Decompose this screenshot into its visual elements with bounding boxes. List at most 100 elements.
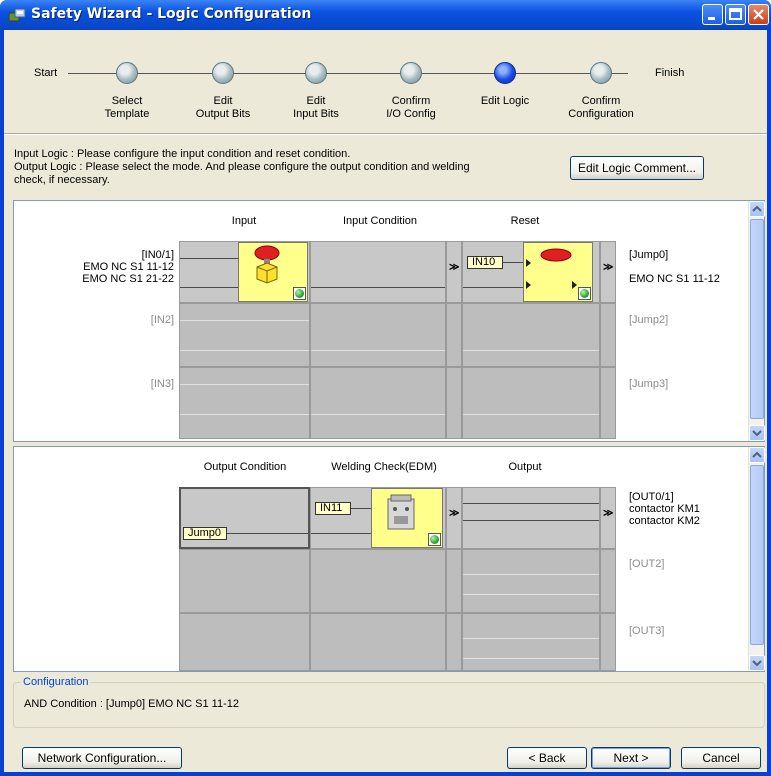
chevron-down-icon: ≫ bbox=[603, 508, 614, 519]
welding-check-cell-1[interactable]: IN11 bbox=[310, 487, 446, 549]
reset-function-block[interactable] bbox=[523, 242, 593, 302]
minimize-button[interactable] bbox=[702, 4, 723, 25]
reset-cell-2[interactable] bbox=[462, 303, 600, 367]
output-line bbox=[463, 520, 599, 521]
welding-check-cell-2[interactable] bbox=[310, 549, 446, 613]
scroll-up-button[interactable] bbox=[749, 447, 765, 463]
step-label-confirm-io-config: Confirm I/O Config bbox=[386, 95, 436, 120]
maximize-icon bbox=[729, 8, 742, 20]
edm-function-block[interactable] bbox=[371, 488, 443, 548]
reset-expand-cell-2[interactable] bbox=[600, 303, 616, 367]
welding-check-cell-3[interactable] bbox=[310, 613, 446, 671]
input-expand-cell-2[interactable] bbox=[446, 303, 462, 367]
col-head-welding-check: Welding Check(EDM) bbox=[331, 461, 437, 473]
scroll-down-button[interactable] bbox=[749, 425, 765, 441]
output-panel-scrollbar[interactable] bbox=[748, 447, 765, 671]
output-expand-cell-2[interactable] bbox=[600, 549, 616, 613]
output-row-2-label: [OUT2] bbox=[629, 558, 665, 570]
input-cell-3[interactable] bbox=[179, 367, 310, 439]
arrow-down-icon bbox=[752, 660, 762, 667]
step-dot-select-template bbox=[116, 62, 138, 84]
input-row-1-label: [IN0/1] EMO NC S1 11-12 EMO NC S1 21-22 bbox=[34, 249, 174, 285]
reset-line bbox=[503, 262, 523, 263]
step-dot-confirm-io-config bbox=[400, 62, 422, 84]
input-panel-scrollbar[interactable] bbox=[748, 201, 765, 441]
instruction-line-2: Output Logic : Please select the mode. A… bbox=[14, 161, 470, 173]
title-bar[interactable]: Safety Wizard - Logic Configuration bbox=[0, 0, 771, 30]
emergency-stop-function-block[interactable] bbox=[238, 242, 308, 302]
edit-logic-comment-button[interactable]: Edit Logic Comment... bbox=[570, 156, 704, 180]
edm-input-tag: IN11 bbox=[315, 502, 351, 515]
output-condition-cell-2[interactable] bbox=[179, 549, 310, 613]
reset-line bbox=[463, 287, 523, 288]
output-line bbox=[463, 574, 599, 575]
step-label-edit-input-bits: Edit Input Bits bbox=[293, 95, 339, 120]
col-head-output-condition: Output Condition bbox=[203, 461, 287, 473]
input-condition-cell-2[interactable] bbox=[310, 303, 446, 367]
step-label-edit-logic: Edit Logic bbox=[480, 95, 530, 107]
configuration-summary: AND Condition : [Jump0] EMO NC S1 11-12 bbox=[24, 698, 239, 710]
input-condition-cell-3[interactable] bbox=[310, 367, 446, 439]
step-finish-label: Finish bbox=[655, 67, 685, 79]
edm-expand-cell-2[interactable] bbox=[446, 549, 462, 613]
output-condition-cell-3[interactable] bbox=[179, 613, 310, 671]
input-condition-cell-1[interactable] bbox=[310, 241, 446, 303]
input-logic-panel: Input Input Condition Reset [IN0/1] EMO … bbox=[13, 200, 765, 442]
edm-line bbox=[351, 508, 371, 509]
input-row-1-id: [IN0/1] bbox=[141, 249, 174, 261]
step-dot-edit-output-bits bbox=[212, 62, 234, 84]
instruction-line-3: check, if necessary. bbox=[14, 174, 110, 186]
output-line bbox=[463, 658, 599, 659]
output-cell-3[interactable] bbox=[462, 613, 600, 671]
function-status-icon bbox=[578, 287, 591, 300]
cancel-button[interactable]: Cancel bbox=[681, 747, 761, 769]
input-expand-cell-3[interactable] bbox=[446, 367, 462, 439]
input-line bbox=[180, 414, 309, 415]
scroll-thumb[interactable] bbox=[750, 219, 764, 419]
input-expand-cell-1[interactable]: ≫ bbox=[446, 241, 462, 303]
input-line bbox=[180, 287, 238, 288]
output-expand-cell-1[interactable]: ≫ bbox=[600, 487, 616, 549]
edm-expand-cell-3[interactable] bbox=[446, 613, 462, 671]
output-line bbox=[463, 638, 599, 639]
scroll-down-button[interactable] bbox=[749, 655, 765, 671]
jump-row-3-label: [Jump3] bbox=[629, 378, 669, 390]
scroll-up-button[interactable] bbox=[749, 201, 765, 217]
output-line bbox=[463, 594, 599, 595]
minimize-icon bbox=[708, 17, 715, 20]
next-button[interactable]: Next > bbox=[591, 747, 671, 769]
step-dot-edit-input-bits bbox=[305, 62, 327, 84]
close-icon bbox=[753, 9, 764, 20]
input-cell-1[interactable] bbox=[179, 241, 310, 303]
input-cell-2[interactable] bbox=[179, 303, 310, 367]
reset-line bbox=[463, 414, 599, 415]
input-line bbox=[180, 350, 309, 351]
configuration-title: Configuration bbox=[21, 676, 91, 688]
step-label-edit-output-bits: Edit Output Bits bbox=[195, 95, 251, 120]
output-cell-1[interactable] bbox=[462, 487, 600, 549]
dialog-body: Start Finish Select Template Edit Output… bbox=[4, 30, 767, 772]
jump-row-2-label: [Jump2] bbox=[629, 314, 669, 326]
output-condition-cell-1[interactable]: Jump0 bbox=[179, 487, 310, 549]
header-separator bbox=[4, 133, 767, 135]
output-row-1-label: [OUT0/1] contactor KM1 contactor KM2 bbox=[629, 491, 700, 527]
edm-expand-cell-1[interactable]: ≫ bbox=[446, 487, 462, 549]
close-button[interactable] bbox=[748, 4, 769, 25]
network-configuration-button[interactable]: Network Configuration... bbox=[22, 747, 182, 769]
reset-expand-cell-3[interactable] bbox=[600, 367, 616, 439]
reset-cell-1[interactable]: IN10 bbox=[462, 241, 600, 303]
edm-line bbox=[311, 533, 371, 534]
function-status-icon bbox=[293, 287, 306, 300]
input-row-2-label: [IN2] bbox=[150, 314, 174, 326]
output-line bbox=[463, 503, 599, 504]
reset-expand-cell-1[interactable]: ≫ bbox=[600, 241, 616, 303]
reset-cell-3[interactable] bbox=[462, 367, 600, 439]
maximize-button[interactable] bbox=[725, 4, 746, 25]
back-button[interactable]: < Back bbox=[507, 747, 587, 769]
input-line bbox=[180, 320, 309, 321]
scroll-thumb[interactable] bbox=[750, 465, 764, 645]
output-cell-2[interactable] bbox=[462, 549, 600, 613]
jump-row-1-name: EMO NC S1 11-12 bbox=[629, 273, 720, 285]
output-expand-cell-3[interactable] bbox=[600, 613, 616, 671]
